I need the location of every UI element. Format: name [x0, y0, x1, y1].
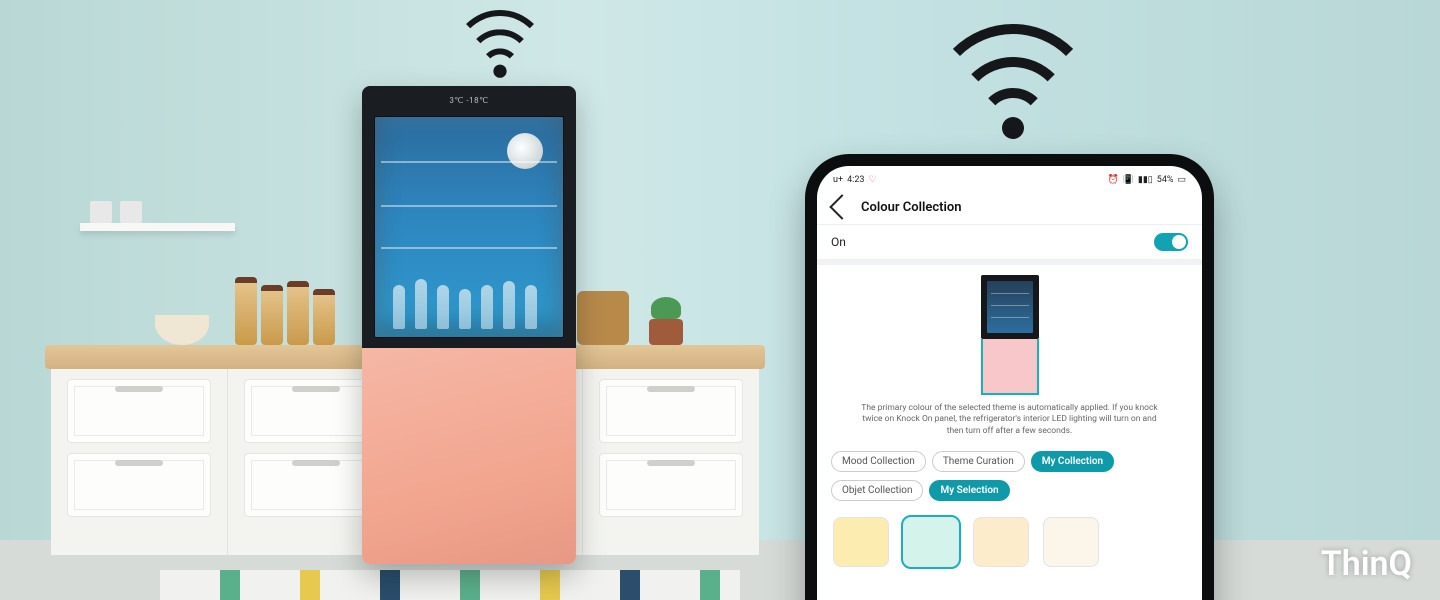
alarm-icon: ⏰ [1107, 175, 1118, 185]
collection-tabs-row1: Mood Collection Theme Curation My Collecti… [817, 451, 1202, 480]
colour-swatch-pale-yellow[interactable] [833, 517, 889, 567]
wall-shelf [80, 185, 235, 231]
collection-chip[interactable]: Mood Collection [831, 451, 926, 472]
status-battery: 54% [1157, 175, 1174, 185]
collection-chip[interactable]: Theme Curation [932, 451, 1025, 472]
phone-statusbar: u+ 4:23 ♡ ⏰ 📳 ▮▮▯ 54% ▭ [817, 166, 1202, 190]
colour-swatch-off-white[interactable] [1043, 517, 1099, 567]
status-carrier: u+ [833, 175, 843, 185]
fridge-preview-lower-selected[interactable] [981, 339, 1039, 395]
colour-swatch-pale-cream[interactable] [973, 517, 1029, 567]
toggle-switch[interactable] [1154, 233, 1188, 251]
wifi-icon [452, 10, 548, 78]
collection-chip[interactable]: My Selection [929, 480, 1009, 501]
wifi-icon [928, 24, 1098, 139]
vibrate-icon: 📳 [1123, 175, 1134, 185]
app-title: Colour Collection [861, 200, 962, 215]
fridge-temp-display: 3℃ -18℃ [449, 96, 488, 105]
signal-icon: ▮▮▯ [1138, 175, 1153, 185]
fridge-colour-panel [362, 348, 576, 564]
fridge-glass-panel [374, 116, 564, 338]
collection-tabs-row2: Objet Collection My Selection [817, 480, 1202, 509]
app-bar: Colour Collection [817, 190, 1202, 225]
colour-swatches [817, 509, 1202, 567]
battery-icon: ▭ [1177, 175, 1186, 185]
status-extra-icon: ♡ [868, 175, 876, 185]
thinq-watermark: ThinQ [1321, 544, 1412, 584]
floor-rug [160, 570, 740, 600]
feature-toggle-row[interactable]: On [817, 225, 1202, 265]
smart-fridge: 3℃ -18℃ [362, 86, 576, 564]
fridge-preview: The primary colour of the selected theme… [817, 265, 1202, 451]
feature-description: The primary colour of the selected theme… [852, 395, 1168, 447]
back-icon[interactable] [829, 194, 854, 219]
status-time: 4:23 [847, 175, 864, 185]
toggle-label: On [831, 235, 846, 249]
colour-swatch-pale-mint[interactable] [903, 517, 959, 567]
phone-mockup: u+ 4:23 ♡ ⏰ 📳 ▮▮▯ 54% ▭ Colour Collectio… [805, 154, 1214, 600]
collection-chip[interactable]: My Collection [1031, 451, 1114, 472]
collection-chip[interactable]: Objet Collection [831, 480, 923, 501]
